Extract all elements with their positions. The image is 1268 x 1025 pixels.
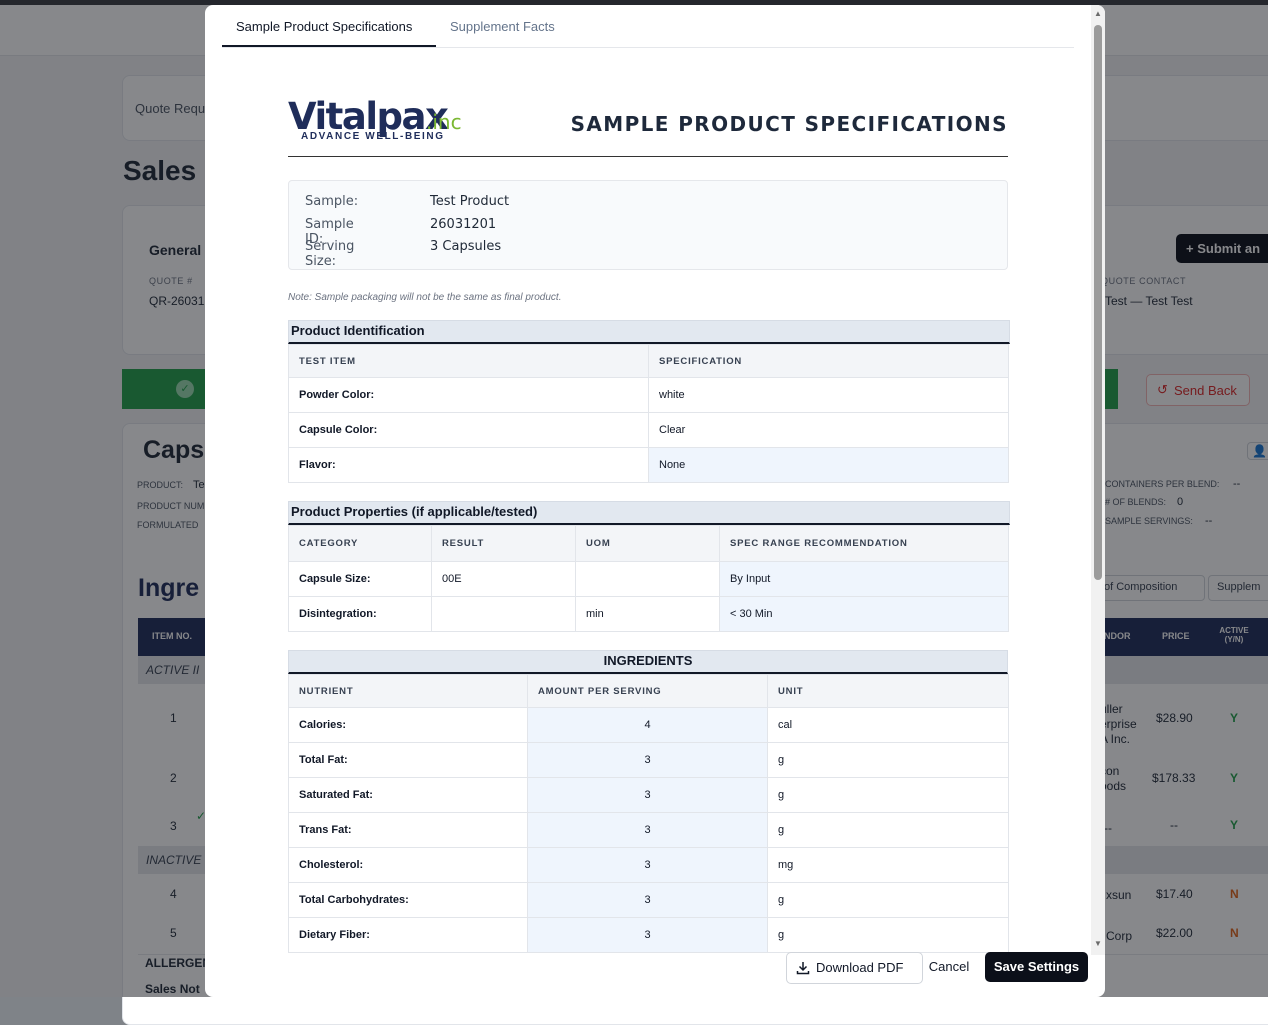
uom-cell: min (575, 596, 720, 632)
test-item-cell: Capsule Color: (288, 412, 649, 448)
nutrient-cell: Dietary Fiber: (288, 917, 528, 953)
result-cell (431, 596, 576, 632)
unit-cell: mg (767, 847, 1009, 883)
uom-cell (575, 561, 720, 597)
nutrient-cell: Total Carbohydrates: (288, 882, 528, 918)
product-identification-table: TEST ITEM SPECIFICATION Powder Color: wh… (288, 344, 1009, 483)
spec-range-cell: By Input (719, 561, 1009, 597)
unit-cell: g (767, 882, 1009, 918)
modal-scrollbar[interactable]: ▲ ▼ (1091, 5, 1105, 955)
sample-info-box: Sample: Test Product Sample ID: 26031201… (288, 180, 1008, 270)
download-pdf-button[interactable]: Download PDF (786, 952, 923, 984)
amount-cell: 4 (527, 707, 768, 743)
test-item-cell: Powder Color: (288, 377, 649, 413)
specification-cell: white (648, 377, 1009, 413)
active-tab-indicator (222, 45, 436, 47)
unit-cell: g (767, 812, 1009, 848)
specification-cell: None (648, 447, 1009, 483)
test-item-cell: Flavor: (288, 447, 649, 483)
amount-cell: 3 (527, 847, 768, 883)
product-properties-title: Product Properties (if applicable/tested… (288, 501, 1010, 525)
spec-range-cell: < 30 Min (719, 596, 1009, 632)
nutrient-cell: Trans Fat: (288, 812, 528, 848)
specification-cell: Clear (648, 412, 1009, 448)
tab-supplement-facts[interactable]: Supplement Facts (450, 19, 555, 34)
ingredients-table: NUTRIENT AMOUNT PER SERVING UNIT Calorie… (288, 674, 1009, 953)
download-icon (796, 953, 810, 986)
unit-cell: g (767, 917, 1009, 953)
amount-cell: 3 (527, 812, 768, 848)
column-header: UOM (575, 525, 720, 562)
product-identification-title: Product Identification (288, 320, 1010, 344)
modal-tabs: Sample Product Specifications Supplement… (222, 5, 1074, 48)
unit-cell: g (767, 742, 1009, 778)
amount-cell: 3 (527, 777, 768, 813)
column-header: SPEC RANGE RECOMMENDATION (719, 525, 1009, 562)
nutrient-cell: Calories: (288, 707, 528, 743)
scroll-up-arrow-icon[interactable]: ▲ (1094, 9, 1102, 18)
scroll-down-arrow-icon[interactable]: ▼ (1094, 939, 1102, 948)
specifications-modal: Sample Product Specifications Supplement… (205, 5, 1105, 997)
save-settings-button[interactable]: Save Settings (985, 952, 1088, 982)
result-cell: 00E (431, 561, 576, 597)
nutrient-cell: Cholesterol: (288, 847, 528, 883)
scroll-thumb[interactable] (1094, 25, 1102, 580)
amount-cell: 3 (527, 742, 768, 778)
nutrient-cell: Saturated Fat: (288, 777, 528, 813)
nutrient-cell: Total Fat: (288, 742, 528, 778)
column-header: CATEGORY (288, 525, 432, 562)
cancel-button[interactable]: Cancel (918, 952, 980, 982)
title-divider (288, 156, 1008, 157)
unit-cell: cal (767, 707, 1009, 743)
tab-sample-product-specifications[interactable]: Sample Product Specifications (236, 19, 412, 34)
ingredients-section-title: INGREDIENTS (288, 650, 1008, 674)
category-cell: Capsule Size: (288, 561, 432, 597)
column-header: TEST ITEM (288, 344, 649, 378)
vitalpax-logo: Vitalpax .inc ADVANCE WELL-BEING (288, 95, 462, 142)
column-header: AMOUNT PER SERVING (527, 674, 768, 708)
column-header: SPECIFICATION (648, 344, 1009, 378)
column-header: NUTRIENT (288, 674, 528, 708)
packaging-note: Note: Sample packaging will not be the s… (288, 292, 562, 303)
column-header: UNIT (767, 674, 1009, 708)
category-cell: Disintegration: (288, 596, 432, 632)
product-properties-table: CATEGORY RESULT UOM SPEC RANGE RECOMMEND… (288, 525, 1009, 632)
amount-cell: 3 (527, 882, 768, 918)
column-header: RESULT (431, 525, 576, 562)
amount-cell: 3 (527, 917, 768, 953)
document-title: SAMPLE PRODUCT SPECIFICATIONS (570, 112, 1008, 136)
unit-cell: g (767, 777, 1009, 813)
